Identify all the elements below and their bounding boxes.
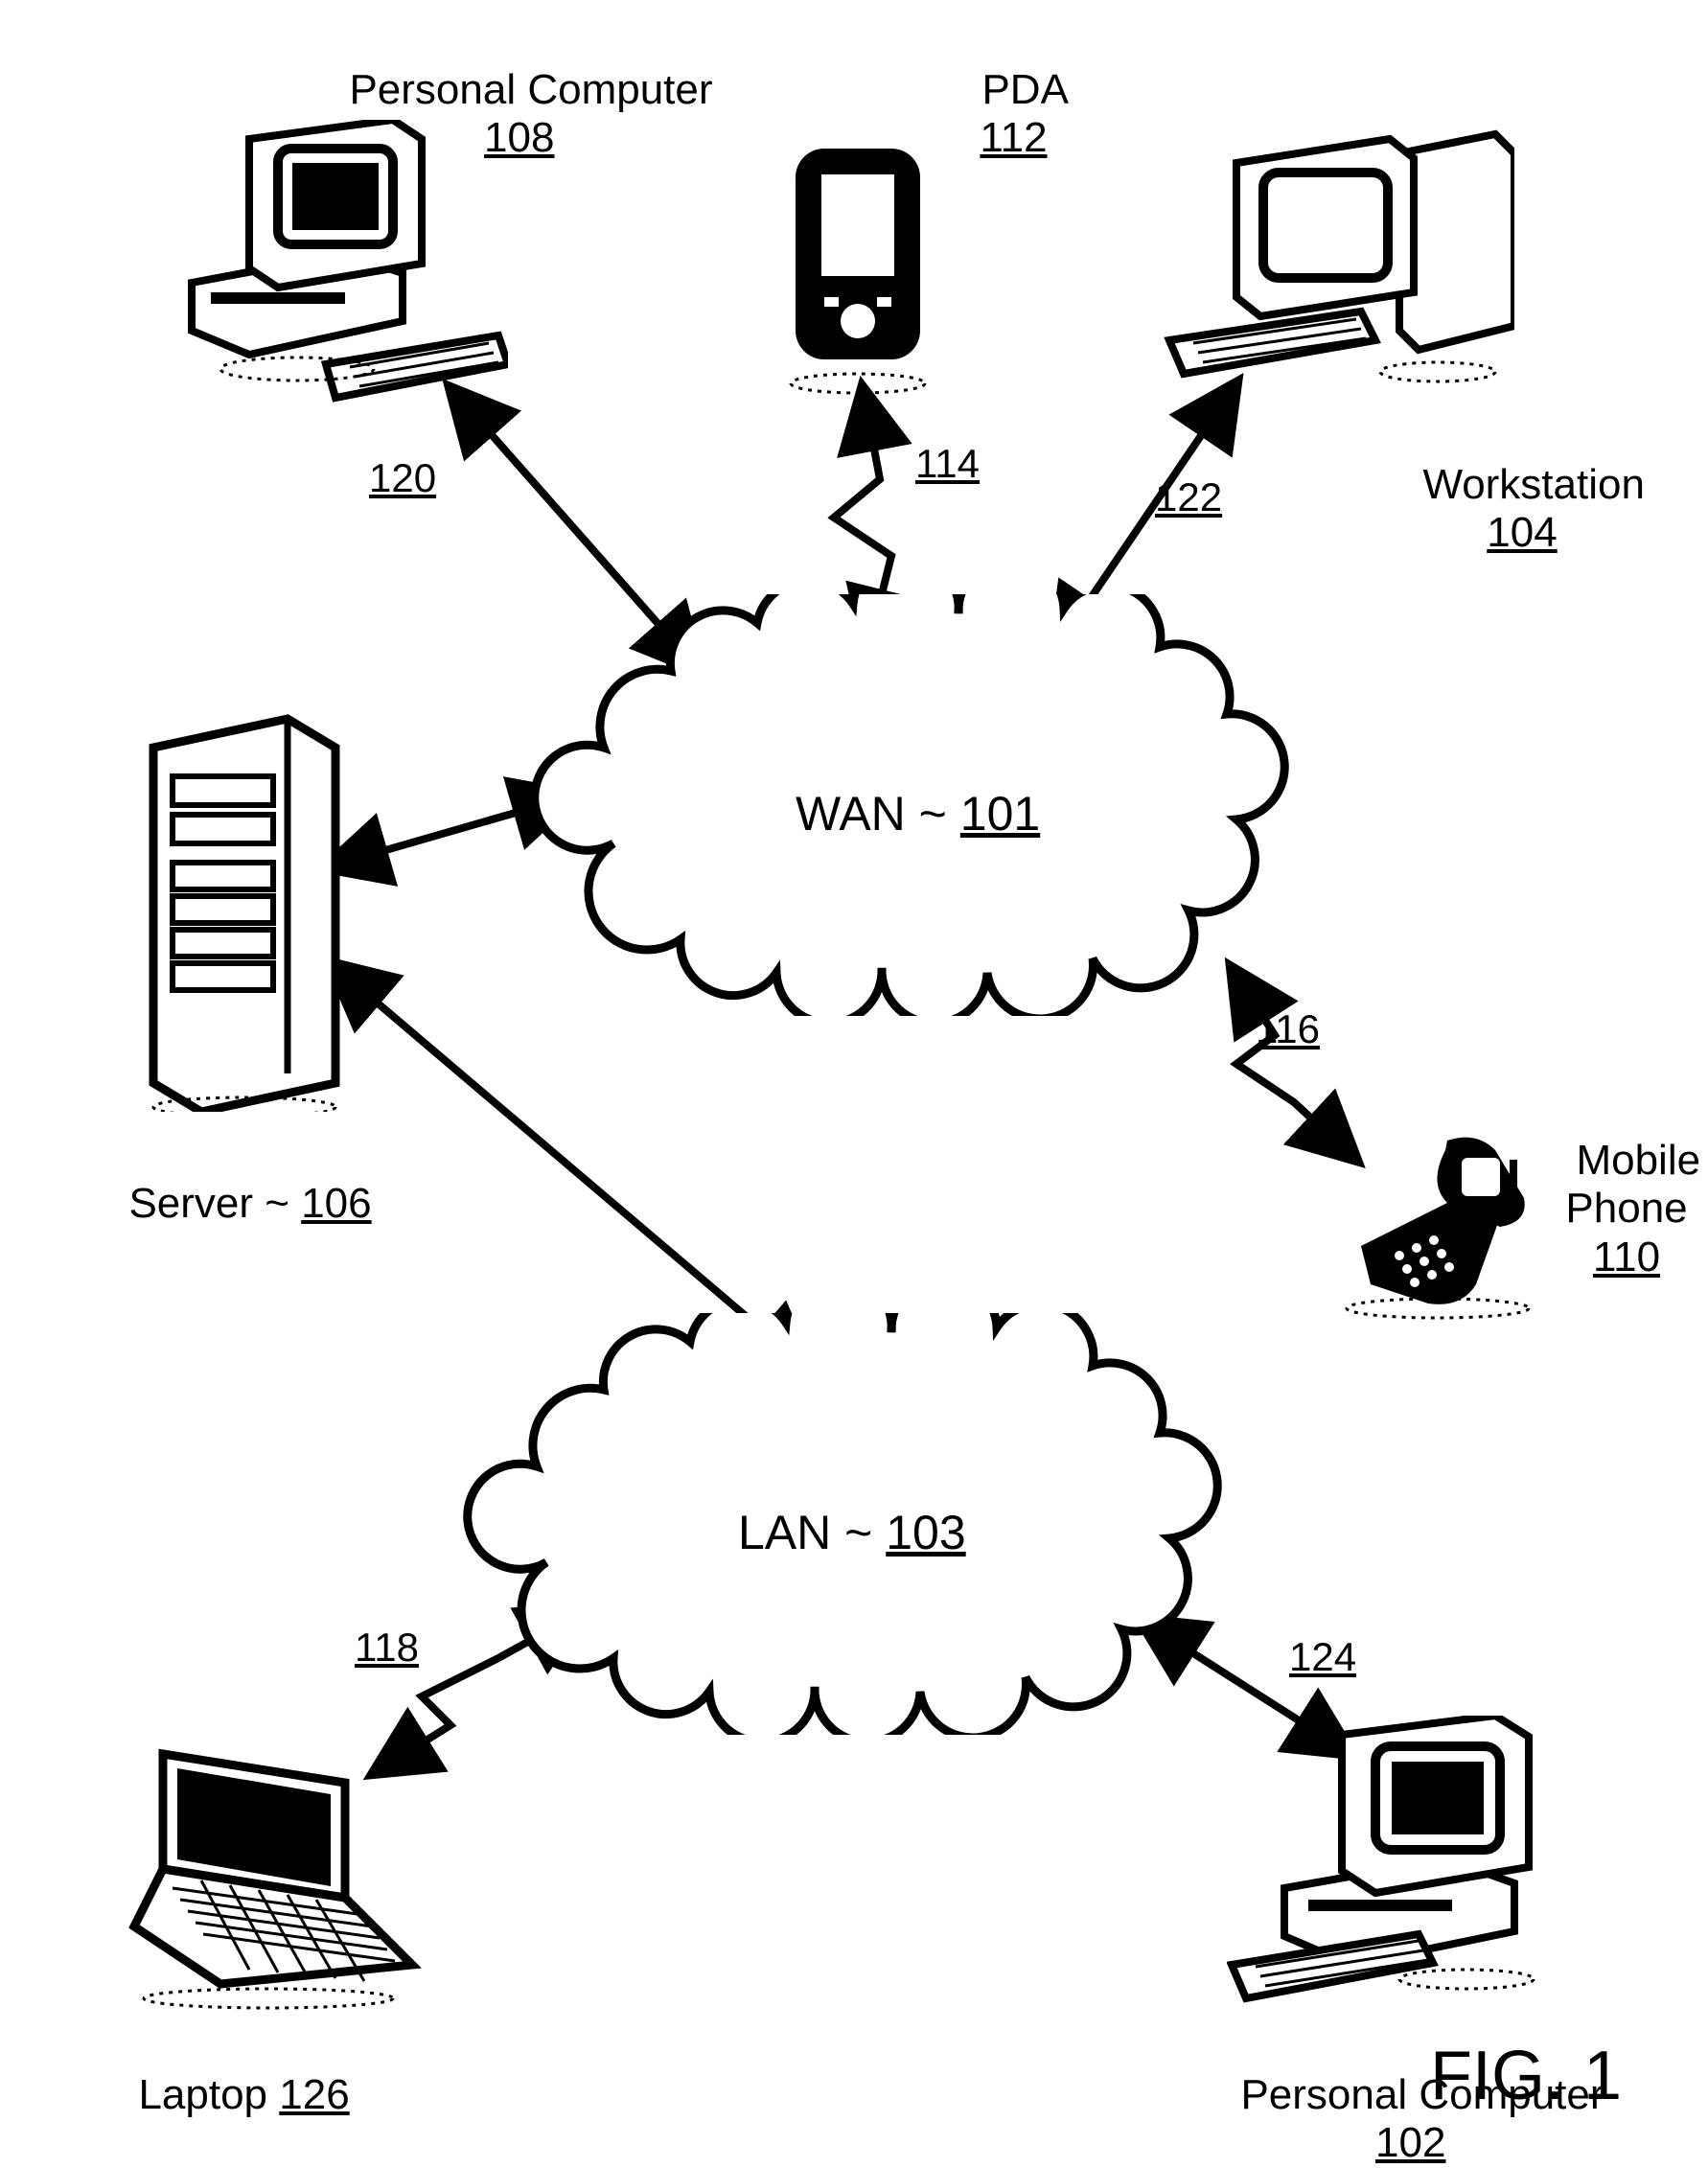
wan-cloud-label: WAN ~ 101 (796, 786, 1040, 842)
mobile-label: Mobile Phone 110 (1553, 1088, 1700, 1281)
lan-cloud-label: LAN ~ 103 (738, 1505, 966, 1560)
server-icon (125, 709, 355, 1112)
edge-label-114: 114 (915, 441, 980, 487)
pc108-label: Personal Computer 108 (326, 17, 713, 163)
personal-computer-bottom-icon (1227, 1716, 1572, 2013)
pda-icon (767, 139, 949, 407)
edge-label-120: 120 (369, 455, 436, 501)
mobile-phone-icon (1332, 1131, 1543, 1323)
edge-server-lan (331, 963, 810, 1371)
laptop-icon (77, 1744, 422, 2013)
pda-label: PDA 112 (958, 17, 1069, 163)
laptop-label: Laptop 126 (115, 2022, 350, 2119)
edge-label-122: 122 (1155, 474, 1222, 520)
personal-computer-icon (182, 120, 508, 407)
server-label: Server ~ 106 (105, 1131, 372, 1228)
workstation-icon (1160, 125, 1514, 412)
edge-label-118: 118 (355, 1625, 419, 1671)
figure-label: FIG. 1 (1430, 2037, 1622, 2115)
edge-label-116: 116 (1256, 1006, 1320, 1052)
edge-label-124: 124 (1289, 1634, 1356, 1680)
workstation-label: Workstation 104 (1399, 412, 1645, 558)
